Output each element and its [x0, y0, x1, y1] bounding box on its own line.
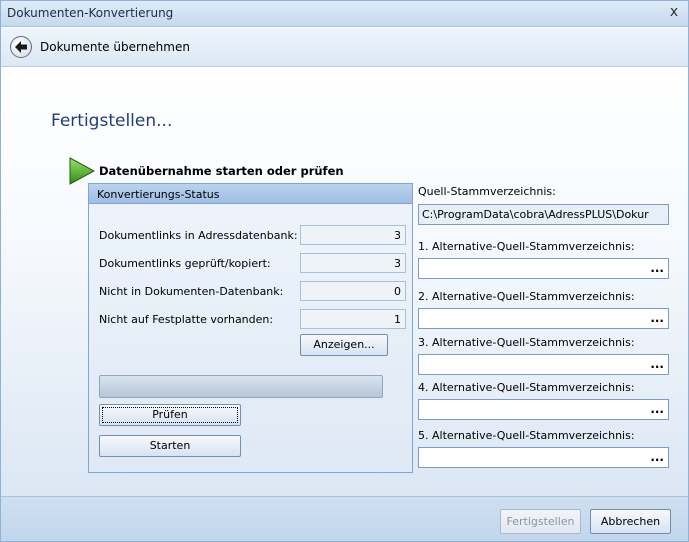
show-button[interactable]: Anzeigen...	[300, 334, 388, 356]
back-button[interactable]	[10, 36, 32, 58]
nav-bar: Dokumente übernehmen	[1, 28, 688, 67]
section-title: Datenübernahme starten oder prüfen	[99, 164, 344, 178]
check-button[interactable]: Prüfen	[99, 404, 241, 426]
page-heading: Fertigstellen...	[51, 111, 173, 131]
dialog-window: Dokumenten-Konvertierung x Dokumente übe…	[0, 0, 689, 542]
browse-button[interactable]: ...	[650, 311, 664, 325]
stat-value: 3	[300, 253, 406, 273]
start-button[interactable]: Starten	[99, 435, 241, 457]
conversion-status-group: Konvertierungs-Status Dokumentlinks in A…	[88, 183, 413, 473]
finish-button[interactable]: Fertigstellen	[500, 509, 581, 534]
stat-value: 3	[300, 225, 406, 245]
stat-value: 0	[300, 281, 406, 301]
back-arrow-icon	[15, 41, 27, 53]
stat-label: Dokumentlinks in Adressdatenbank:	[99, 229, 298, 242]
nav-title: Dokumente übernehmen	[40, 40, 190, 54]
alt-source-label: 1. Alternative-Quell-Stammverzeichnis:	[418, 240, 635, 253]
browse-button[interactable]: ...	[650, 450, 664, 464]
stat-label: Dokumentlinks geprüft/kopiert:	[99, 257, 271, 270]
status-header: Konvertierungs-Status	[89, 184, 412, 204]
main-content: Fertigstellen... Datenübernahme starten …	[1, 68, 688, 496]
alt-source-label: 4. Alternative-Quell-Stammverzeichnis:	[418, 381, 635, 394]
alt-source-label: 3. Alternative-Quell-Stammverzeichnis:	[418, 336, 635, 349]
stat-value: 1	[300, 309, 406, 329]
source-path-field[interactable]: C:\ProgramData\cobra\AdressPLUS\Dokur	[418, 204, 669, 225]
source-label: Quell-Stammverzeichnis:	[418, 185, 556, 198]
window-title: Dokumenten-Konvertierung	[7, 6, 174, 20]
alt-source-label: 2. Alternative-Quell-Stammverzeichnis:	[418, 290, 635, 303]
green-play-icon	[69, 157, 96, 185]
footer-bar: Fertigstellen Abbrechen	[1, 496, 688, 541]
browse-button[interactable]: ...	[650, 402, 664, 416]
stat-label: Nicht auf Festplatte vorhanden:	[99, 313, 274, 326]
alt-source-field[interactable]: ...	[418, 399, 669, 420]
browse-button[interactable]: ...	[650, 357, 664, 371]
stat-label: Nicht in Dokumenten-Datenbank:	[99, 285, 284, 298]
progress-bar	[99, 375, 383, 398]
title-bar: Dokumenten-Konvertierung x	[1, 1, 688, 27]
cancel-button[interactable]: Abbrechen	[590, 509, 671, 534]
alt-source-field[interactable]: ...	[418, 354, 669, 375]
close-icon[interactable]: x	[666, 4, 682, 20]
alt-source-field[interactable]: ...	[418, 258, 669, 279]
alt-source-field[interactable]: ...	[418, 447, 669, 468]
alt-source-field[interactable]: ...	[418, 308, 669, 329]
browse-button[interactable]: ...	[650, 261, 664, 275]
alt-source-label: 5. Alternative-Quell-Stammverzeichnis:	[418, 429, 635, 442]
